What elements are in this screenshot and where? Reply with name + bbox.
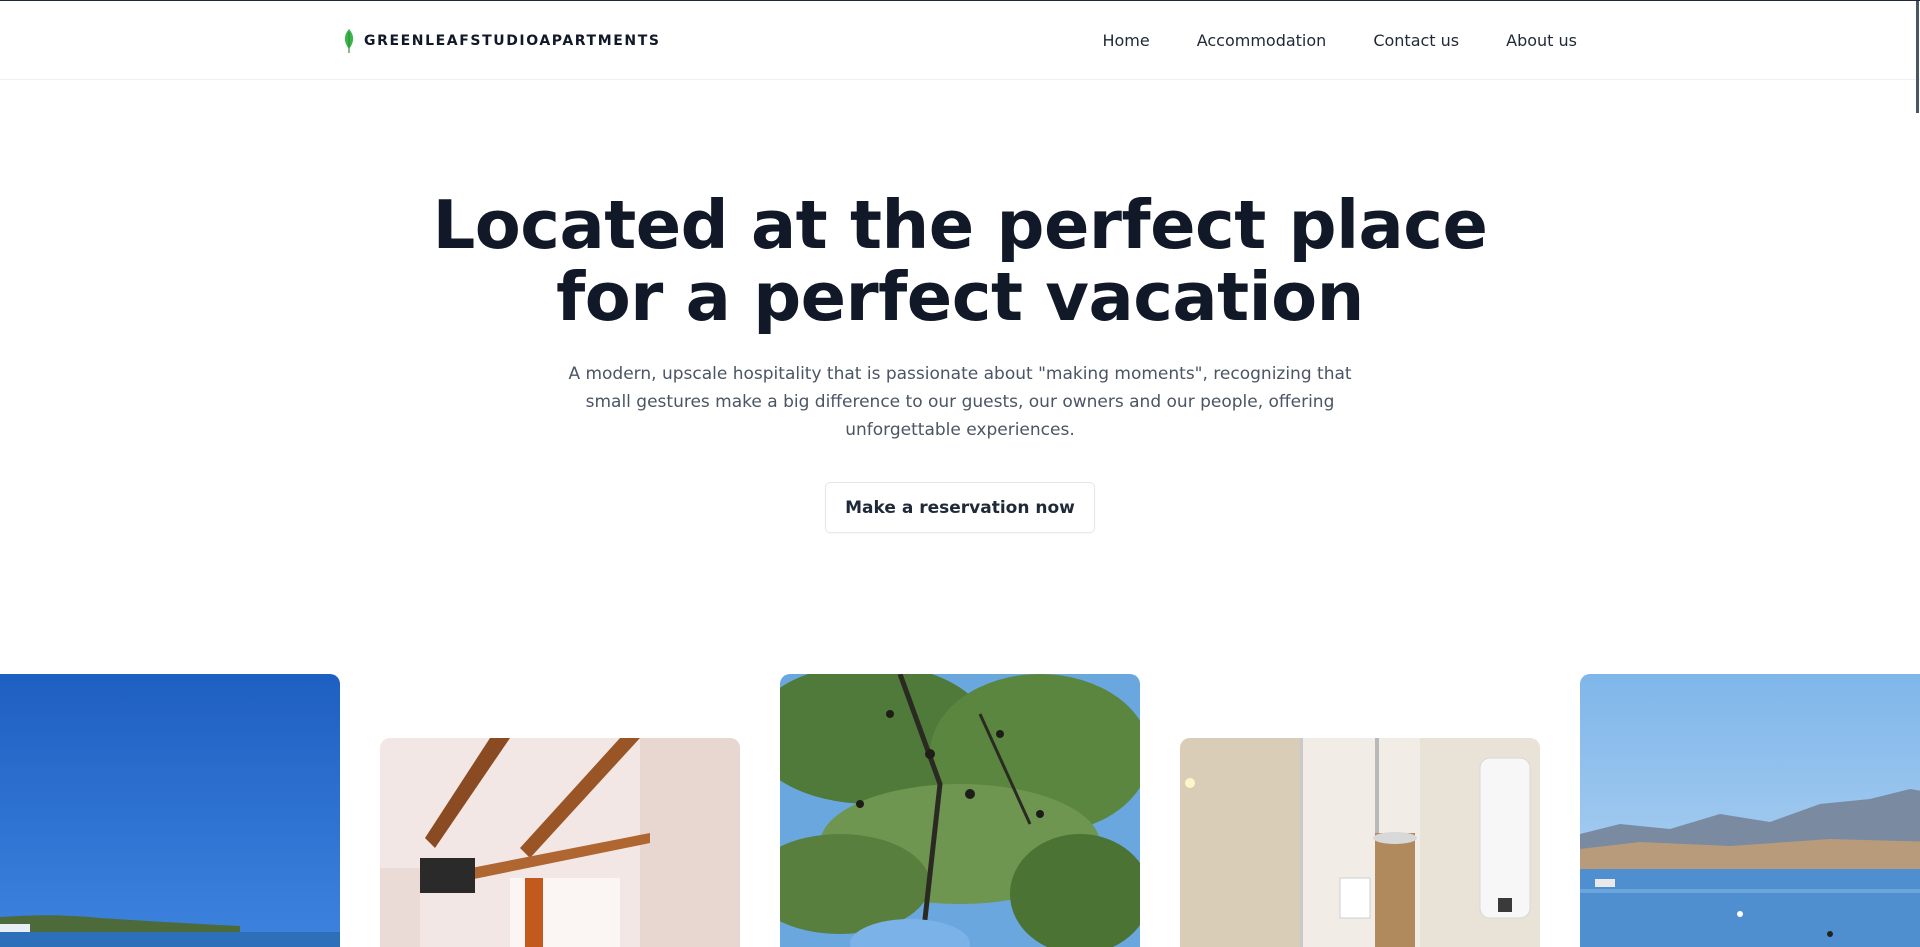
bathroom-photo xyxy=(1180,738,1540,947)
nav-item-about[interactable]: About us xyxy=(1506,31,1577,50)
nav-item-accommodation[interactable]: Accommodation xyxy=(1197,31,1327,50)
make-reservation-button[interactable]: Make a reservation now xyxy=(825,482,1095,533)
brand-logo-link[interactable]: GREENLEAFSTUDIOAPARTMENTS xyxy=(342,28,661,54)
hero-title: Located at the perfect place for a perfe… xyxy=(0,189,1920,333)
leaf-icon xyxy=(344,29,354,53)
nav-item-contact[interactable]: Contact us xyxy=(1373,31,1459,50)
main-nav: Home Accommodation Contact us About us xyxy=(1102,1,1577,80)
bedroom-photo xyxy=(380,738,740,947)
harbor-town-photo xyxy=(1580,674,1920,947)
nav-item-home[interactable]: Home xyxy=(1102,31,1149,50)
site-header: GREENLEAFSTUDIOAPARTMENTS Home Accommoda… xyxy=(0,1,1920,80)
brand-name: GREENLEAFSTUDIOAPARTMENTS xyxy=(364,33,661,49)
hero-title-line2: for a perfect vacation xyxy=(556,258,1364,336)
hero-subtitle: A modern, upscale hospitality that is pa… xyxy=(568,364,1352,440)
sea-coast-photo xyxy=(0,674,340,947)
scrollbar-thumb[interactable] xyxy=(1916,1,1919,113)
pine-tree-photo xyxy=(780,674,1140,947)
hero-title-line1: Located at the perfect place xyxy=(432,186,1488,264)
page: GREENLEAFSTUDIOAPARTMENTS Home Accommoda… xyxy=(0,0,1920,947)
